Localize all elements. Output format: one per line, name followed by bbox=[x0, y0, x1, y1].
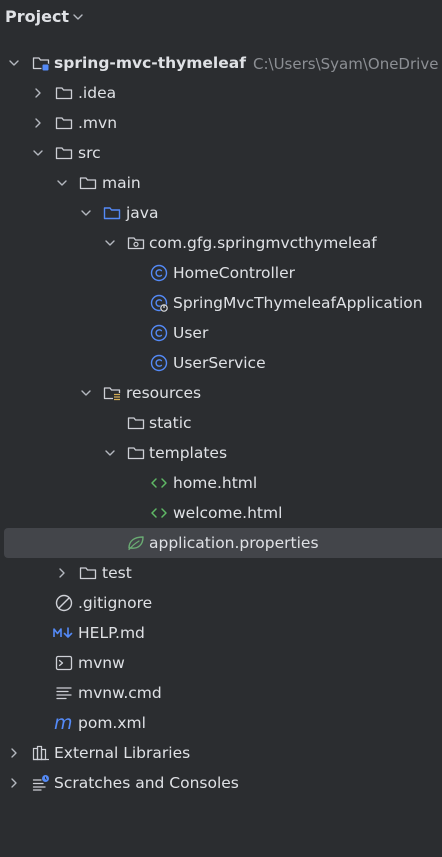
tree-item-label: com.gfg.springmvcthymeleaf bbox=[149, 234, 377, 252]
tree-item-static[interactable]: static bbox=[0, 408, 442, 438]
tree-item-test[interactable]: test bbox=[0, 558, 442, 588]
spring-boot-class-icon bbox=[150, 294, 169, 313]
tree-item-mvnw[interactable]: mvnw bbox=[0, 648, 442, 678]
markdown-icon bbox=[53, 624, 75, 642]
tree-item-package[interactable]: com.gfg.springmvcthymeleaf bbox=[0, 228, 442, 258]
tree-item-label: Scratches and Consoles bbox=[54, 774, 239, 792]
tree-item-label: welcome.html bbox=[173, 504, 283, 522]
library-icon bbox=[32, 744, 50, 762]
class-icon bbox=[150, 264, 168, 282]
tree-item-resources[interactable]: resources bbox=[0, 378, 442, 408]
tree-item-java[interactable]: java bbox=[0, 198, 442, 228]
ignored-file-icon bbox=[55, 594, 73, 612]
html-icon bbox=[150, 504, 168, 522]
folder-icon bbox=[79, 564, 97, 582]
chevron-down-icon[interactable] bbox=[104, 237, 116, 249]
folder-icon bbox=[55, 114, 73, 132]
folder-icon bbox=[79, 174, 97, 192]
tree-item-label: UserService bbox=[173, 354, 266, 372]
folder-icon bbox=[127, 414, 145, 432]
chevron-right-icon[interactable] bbox=[8, 747, 20, 759]
svg-text:m: m bbox=[54, 712, 73, 734]
chevron-down-icon[interactable] bbox=[80, 387, 92, 399]
tree-item-label: src bbox=[78, 144, 101, 162]
tree-item-main[interactable]: main bbox=[0, 168, 442, 198]
chevron-down-icon[interactable] bbox=[72, 11, 84, 23]
chevron-down-icon[interactable] bbox=[104, 447, 116, 459]
project-path: C:\Users\Syam\OneDrive bbox=[253, 55, 439, 73]
folder-icon bbox=[127, 444, 145, 462]
chevron-down-icon[interactable] bbox=[56, 177, 68, 189]
tree-item-label: mvnw.cmd bbox=[78, 684, 162, 702]
project-panel-header: Project bbox=[0, 0, 442, 34]
tree-item-mvn[interactable]: .mvn bbox=[0, 108, 442, 138]
class-icon bbox=[150, 324, 168, 342]
tree-item-label: pom.xml bbox=[78, 714, 146, 732]
chevron-down-icon[interactable] bbox=[8, 57, 20, 69]
tree-item-user-service[interactable]: UserService bbox=[0, 348, 442, 378]
maven-icon: m bbox=[54, 712, 74, 734]
tree-item-label: User bbox=[173, 324, 209, 342]
tree-item-label: java bbox=[126, 204, 159, 222]
tree-item-external-libraries[interactable]: External Libraries bbox=[0, 738, 442, 768]
tree-item-label: SpringMvcThymeleafApplication bbox=[173, 294, 423, 312]
tree-item-src[interactable]: src bbox=[0, 138, 442, 168]
html-icon bbox=[150, 474, 168, 492]
tree-item-label: HomeController bbox=[173, 264, 296, 282]
tree-item-application-class[interactable]: SpringMvcThymeleafApplication bbox=[0, 288, 442, 318]
resources-folder-icon bbox=[103, 384, 121, 402]
folder-icon bbox=[55, 84, 73, 102]
tree-item-label: home.html bbox=[173, 474, 258, 492]
tree-item-label: .gitignore bbox=[78, 594, 153, 612]
tree-item-label: templates bbox=[149, 444, 228, 462]
tree-item-label: main bbox=[102, 174, 141, 192]
tree-item-label: static bbox=[149, 414, 192, 432]
tree-item-pom-xml[interactable]: m pom.xml bbox=[0, 708, 442, 738]
tree-item-label: application.properties bbox=[149, 534, 319, 552]
tree-item-label: .idea bbox=[78, 84, 117, 102]
tree-item-label: spring-mvc-thymeleaf bbox=[54, 54, 246, 72]
class-icon bbox=[150, 354, 168, 372]
panel-title[interactable]: Project bbox=[5, 7, 69, 26]
tree-item-welcome-html[interactable]: welcome.html bbox=[0, 498, 442, 528]
chevron-right-icon[interactable] bbox=[32, 117, 44, 129]
chevron-right-icon[interactable] bbox=[56, 567, 68, 579]
tree-item-templates[interactable]: templates bbox=[0, 438, 442, 468]
chevron-down-icon[interactable] bbox=[32, 147, 44, 159]
text-file-icon bbox=[55, 684, 73, 702]
source-folder-icon bbox=[103, 204, 121, 222]
tree-item-home-html[interactable]: home.html bbox=[0, 468, 442, 498]
tree-item-label: resources bbox=[126, 384, 202, 402]
tree-item-help-md[interactable]: HELP.md bbox=[0, 618, 442, 648]
chevron-right-icon[interactable] bbox=[32, 87, 44, 99]
chevron-right-icon[interactable] bbox=[8, 777, 20, 789]
module-folder-icon bbox=[32, 54, 50, 72]
folder-icon bbox=[55, 144, 73, 162]
tree-item-label: .mvn bbox=[78, 114, 118, 132]
chevron-down-icon[interactable] bbox=[80, 207, 92, 219]
tree-item-gitignore[interactable]: .gitignore bbox=[0, 588, 442, 618]
tree-item-label: HELP.md bbox=[78, 624, 145, 642]
tree-item-scratches[interactable]: Scratches and Consoles bbox=[0, 768, 442, 798]
tree-item-label: External Libraries bbox=[54, 744, 191, 762]
shell-script-icon bbox=[55, 654, 73, 672]
tree-item-application-properties[interactable]: application.properties bbox=[4, 528, 442, 558]
tree-item-user[interactable]: User bbox=[0, 318, 442, 348]
tree-item-label: test bbox=[102, 564, 132, 582]
tree-item-mvnw-cmd[interactable]: mvnw.cmd bbox=[0, 678, 442, 708]
tree-item-label: mvnw bbox=[78, 654, 125, 672]
spring-properties-icon bbox=[126, 534, 144, 552]
tree-item-home-controller[interactable]: HomeController bbox=[0, 258, 442, 288]
scratches-icon bbox=[32, 774, 50, 792]
tree-item-root[interactable]: spring-mvc-thymeleaf C:\Users\Syam\OneDr… bbox=[0, 48, 442, 78]
package-icon bbox=[127, 234, 145, 252]
tree-item-idea[interactable]: .idea bbox=[0, 78, 442, 108]
